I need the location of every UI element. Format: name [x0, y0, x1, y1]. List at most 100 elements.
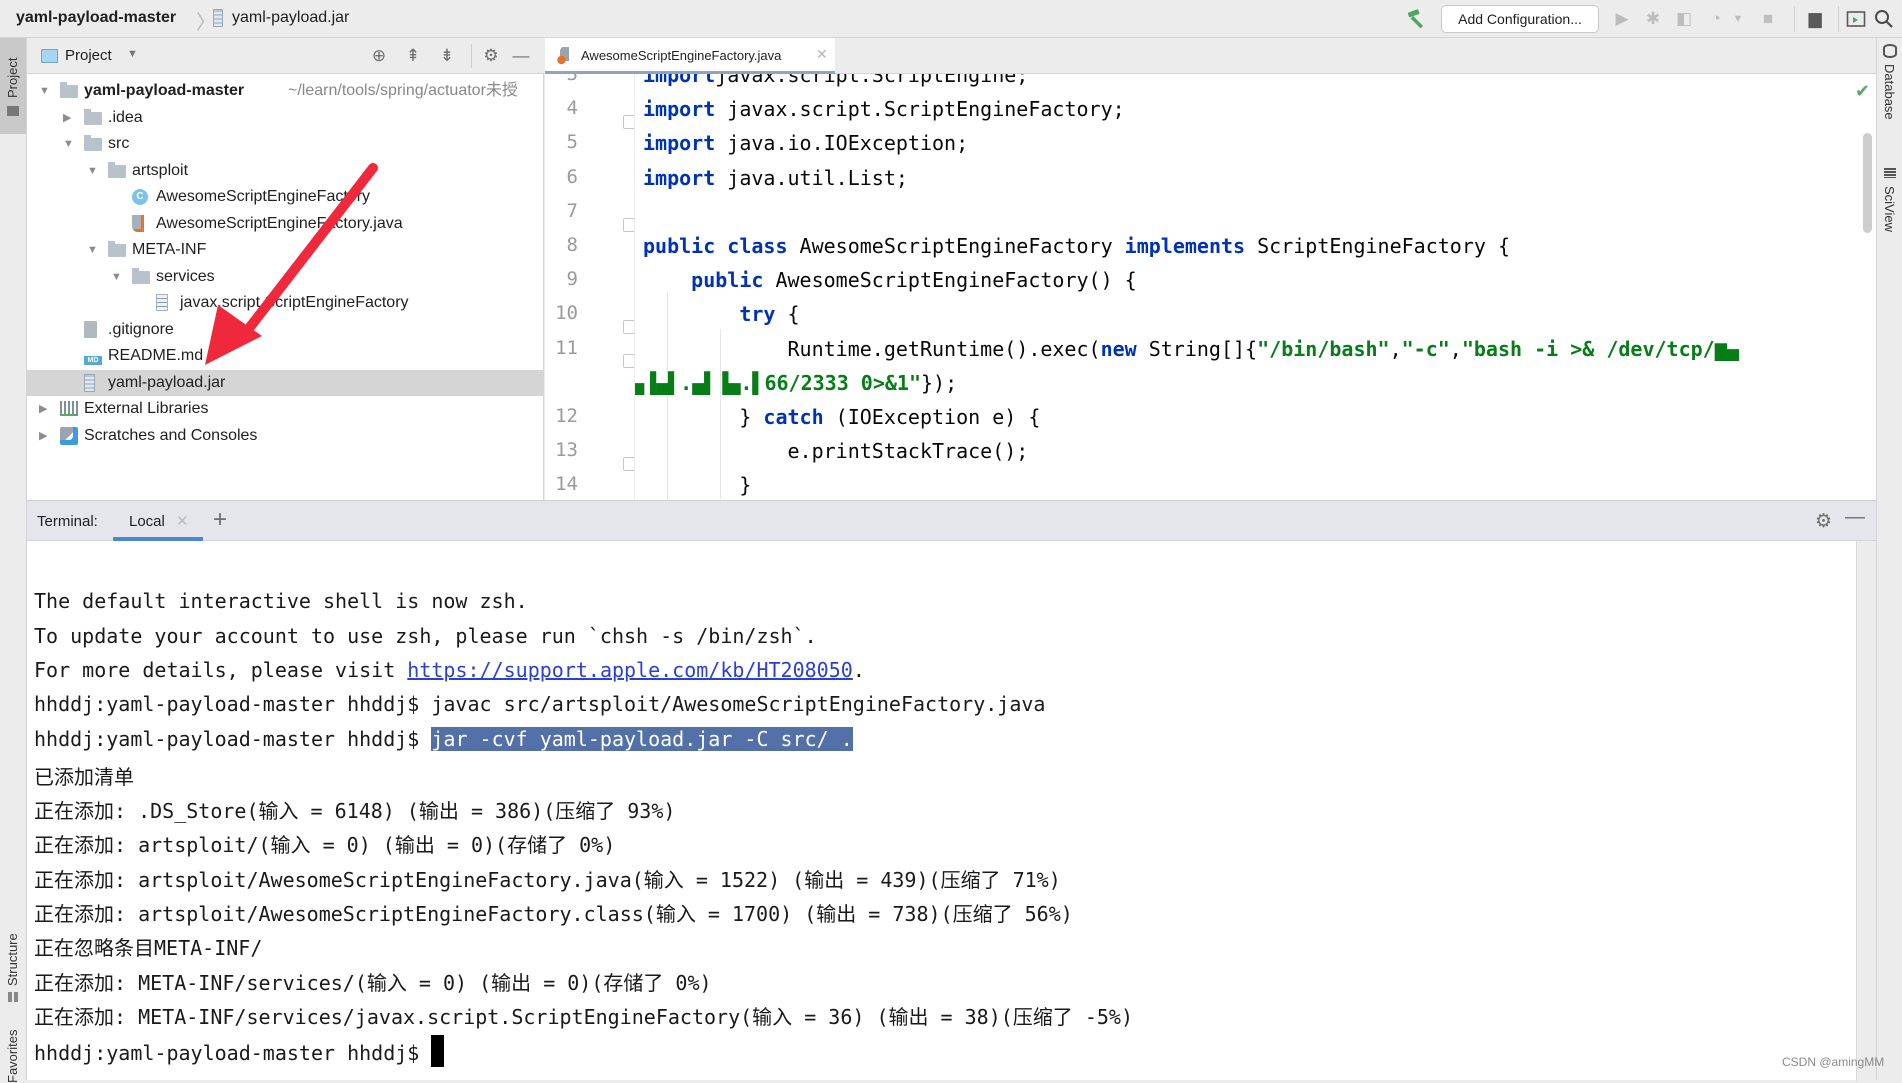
expanded-arrow-icon[interactable]: ▼ [111, 264, 122, 290]
fold-marker-icon[interactable] [623, 457, 634, 471]
tree-item[interactable]: .gitignore [27, 317, 544, 343]
search-icon[interactable] [1874, 9, 1894, 29]
folder-icon [108, 161, 126, 178]
editor-scrollbar[interactable] [1863, 133, 1872, 233]
code-token: javax.script.ScriptEngineFactory; [715, 97, 1125, 122]
expanded-arrow-icon[interactable]: ▼ [87, 158, 98, 184]
expanded-arrow-icon[interactable]: ▼ [39, 78, 50, 104]
code-line[interactable]: } catch (IOException e) { [643, 405, 1040, 429]
code-line[interactable]: import java.util.List; [643, 166, 908, 190]
sciview-tool-button[interactable]: SciView [1882, 186, 1897, 232]
gear-icon[interactable]: ⚙ [1815, 510, 1832, 533]
code-token: AwesomeScriptEngineFactory() { [763, 268, 1137, 293]
editor-tab-label: AwesomeScriptEngineFactory.java [581, 48, 782, 63]
tree-item[interactable]: ▶ Scratches and Consoles [27, 423, 544, 449]
line-number-gutter: 3 4 5 6 7 8 9 10 11 12 13 14 [545, 74, 635, 500]
tree-item[interactable]: ▼ services [27, 264, 544, 290]
tree-item[interactable]: MD README.md [27, 343, 544, 369]
close-tab-icon[interactable]: ✕ [816, 46, 828, 63]
breadcrumb-file[interactable]: yaml-payload.jar [232, 9, 349, 27]
code-line[interactable]: e.printStackTrace(); [643, 439, 1028, 463]
terminal-icon[interactable] [1846, 9, 1866, 29]
fold-marker-icon[interactable] [623, 320, 634, 335]
tree-item[interactable]: ▼ META-INF [27, 237, 544, 263]
fold-marker-icon[interactable] [623, 115, 634, 129]
editor-tab-awesomescriptenginefactory[interactable]: AwesomeScriptEngineFactory.java ✕ [545, 38, 835, 74]
code-line[interactable]: import java.io.IOException; [643, 131, 968, 155]
no-problems-check-icon[interactable]: ✔ [1855, 81, 1870, 102]
terminal-tab-local[interactable]: Local ✕ [113, 501, 203, 541]
minimize-icon[interactable]: — [1845, 506, 1865, 529]
tree-item[interactable]: ▶ .idea [27, 105, 544, 131]
tree-item[interactable]: ▼ yaml-payload-master ~/learn/tools/spring… [27, 78, 544, 104]
tree-item-label: AwesomeScriptEngineFactory.java [156, 214, 403, 232]
project-view-selector[interactable]: Project [65, 47, 112, 64]
run-icon[interactable]: ▶ [1612, 9, 1632, 29]
terminal-link[interactable]: https://support.apple.com/kb/HT208050 [407, 658, 853, 682]
terminal-line: 正在添加: artsploit/AwesomeScriptEngineFacto… [34, 898, 1073, 927]
collapse-all-icon[interactable]: ⇟ [437, 46, 457, 66]
collapsed-arrow-icon[interactable]: ▶ [39, 396, 47, 422]
breadcrumb-project[interactable]: yaml-payload-master [16, 9, 176, 27]
collapsed-arrow-icon[interactable]: ▶ [39, 423, 47, 449]
code-line[interactable]: ▄▐▄▌.▄▌▐▄.▌66/2333 0>&1"}); [635, 371, 957, 395]
code-line[interactable]: public class AwesomeScriptEngineFactory … [643, 234, 1510, 258]
locate-file-icon[interactable]: ⊕ [369, 46, 389, 66]
new-terminal-tab-button[interactable]: + [213, 506, 227, 534]
scratches-icon [60, 426, 78, 445]
expanded-arrow-icon[interactable]: ▼ [63, 131, 74, 157]
tree-item[interactable]: javax.script.ScriptEngineFactory [27, 290, 544, 316]
terminal-scrollbar[interactable] [1856, 541, 1876, 1081]
code-line[interactable]: Runtime.getRuntime().exec(new String[]{"… [643, 336, 1738, 361]
tree-item-label: Scratches and Consoles [84, 426, 258, 444]
expanded-arrow-icon[interactable]: ▼ [87, 237, 98, 263]
selected-command-text[interactable]: jar -cvf yaml-payload.jar -C src/ . [431, 726, 853, 751]
keyword-token: public class [643, 234, 788, 258]
tree-item[interactable]: C AwesomeScriptEngineFactory [27, 184, 544, 210]
debug-icon[interactable]: ✱ [1643, 9, 1663, 29]
project-structure-icon[interactable]: ▆ [1805, 9, 1825, 29]
code-token: Runtime.getRuntime().exec( [643, 336, 1101, 361]
code-line[interactable]: import javax.script.ScriptEngineFactory; [643, 97, 1125, 121]
terminal-output[interactable]: The default interactive shell is now zsh… [34, 541, 1854, 1081]
tree-item[interactable]: ▼ src [27, 131, 544, 157]
tree-item[interactable]: ▼ artsploit [27, 158, 544, 184]
coverage-icon[interactable]: ◧ [1674, 9, 1694, 29]
tree-item-label: External Libraries [84, 400, 209, 417]
expand-all-icon[interactable]: ⇞ [403, 46, 423, 66]
code-line[interactable]: importjavax.script.ScriptEngine; [643, 74, 1028, 87]
database-tool-button[interactable]: Database [1882, 64, 1897, 120]
structure-icon [8, 992, 18, 1002]
collapsed-arrow-icon[interactable]: ▶ [63, 105, 71, 131]
terminal-tab-label: Local [129, 513, 165, 530]
java-file-icon [132, 214, 144, 232]
profile-dropdown-icon[interactable]: ▼ [1728, 9, 1748, 29]
project-tool-window-button[interactable]: Project [0, 38, 26, 134]
terminal-text: hhddj:yaml-payload-master hhddj$ [34, 726, 432, 751]
favorites-tool-button[interactable]: Favorites [5, 1030, 20, 1083]
tree-item[interactable]: ▶ External Libraries [27, 396, 544, 422]
structure-tool-button[interactable]: Structure [5, 933, 20, 986]
fold-marker-icon[interactable] [623, 354, 634, 369]
code-line[interactable]: public AwesomeScriptEngineFactory() { [643, 268, 1137, 292]
stop-icon[interactable]: ■ [1758, 9, 1778, 29]
terminal-line: hhddj:yaml-payload-master hhddj$ javac s… [34, 692, 1045, 716]
terminal-text: 已添加清单 [34, 764, 134, 789]
terminal-text: 正在添加: artsploit/(输入 = 0) (输出 = 0)(存储了 0%… [34, 833, 616, 858]
minimize-icon[interactable]: — [511, 46, 531, 66]
fold-marker-icon[interactable] [623, 217, 634, 232]
chevron-down-icon[interactable]: ▼ [127, 48, 138, 60]
tree-item-path-hint: ~/learn/tools/spring/actuator未授 [288, 82, 518, 99]
add-configuration-button[interactable]: Add Configuration... [1441, 5, 1599, 33]
build-hammer-icon[interactable] [1406, 8, 1428, 30]
code-line[interactable]: } [643, 473, 751, 497]
gear-icon[interactable]: ⚙ [481, 46, 501, 66]
code-line[interactable]: try { [643, 302, 799, 326]
tree-item-label: yaml-payload.jar [108, 373, 226, 391]
tree-item[interactable]: AwesomeScriptEngineFactory.java [27, 211, 544, 237]
code-area[interactable]: importjavax.script.ScriptEngine; import j… [635, 74, 1876, 500]
keyword-token: import [643, 165, 716, 190]
close-tab-icon[interactable]: ✕ [176, 512, 189, 530]
profile-icon[interactable]: ◔ [1706, 9, 1726, 29]
tree-item[interactable]: yaml-payload.jar [27, 369, 544, 396]
